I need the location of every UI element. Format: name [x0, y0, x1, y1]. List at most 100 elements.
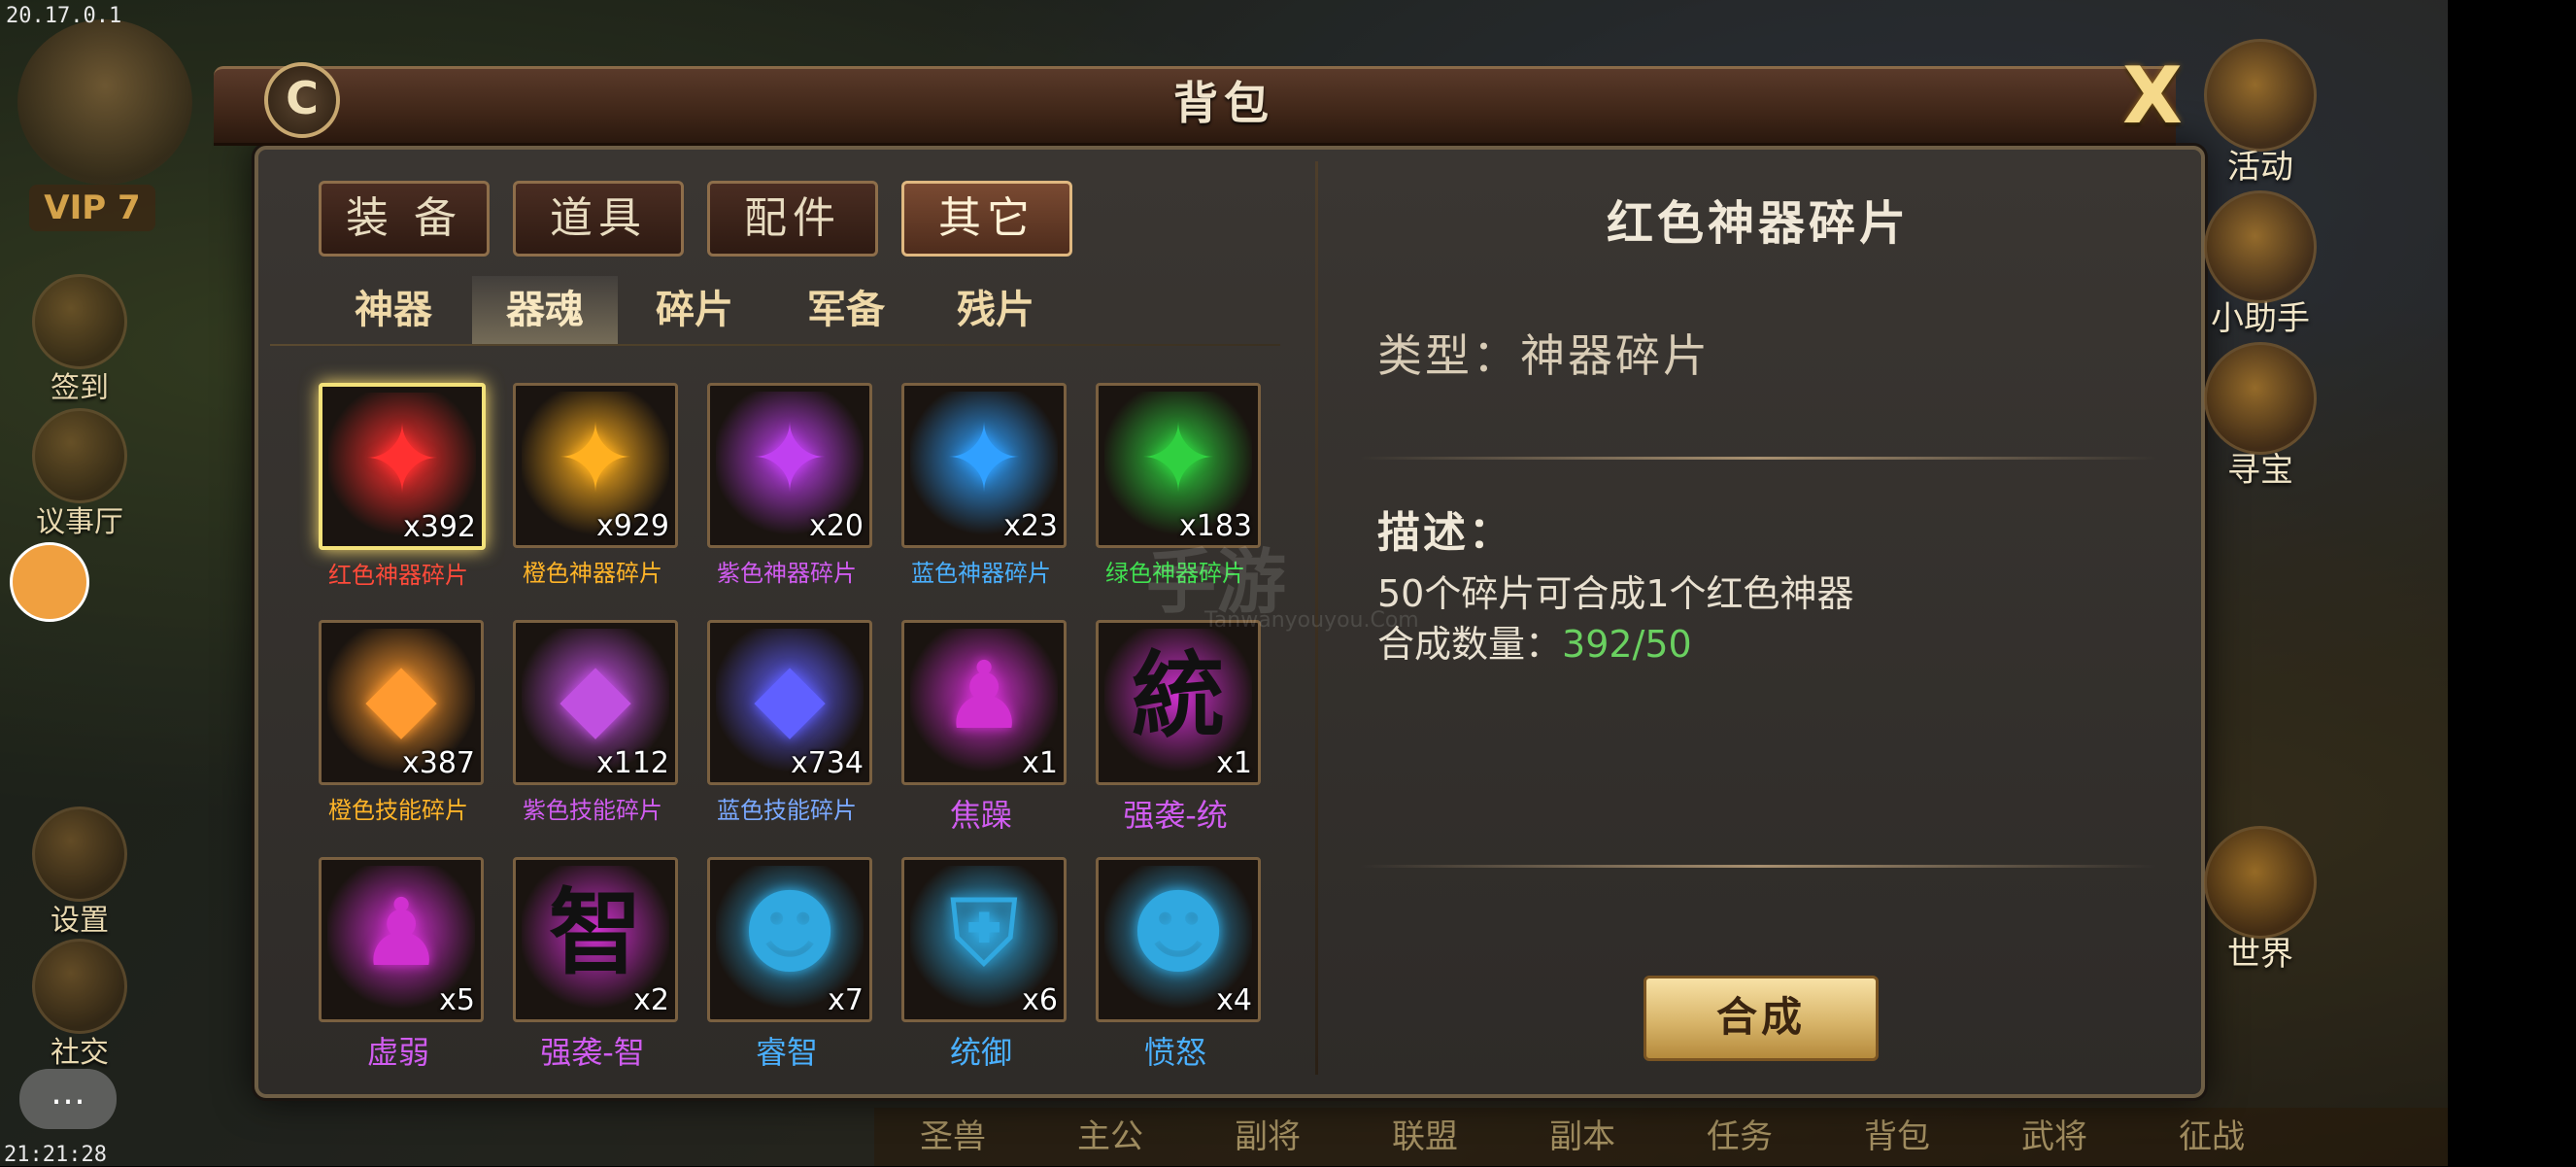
bottom-nav-item[interactable]: 征战 — [2133, 1108, 2290, 1166]
detail-title: 红色神器碎片 — [1606, 196, 1910, 251]
item-icon-box[interactable]: 統 x1 — [1096, 620, 1261, 785]
left-menu-gear[interactable]: 设置 — [29, 807, 130, 939]
category-tab[interactable]: 道具 — [513, 181, 684, 257]
bottom-nav-item[interactable]: 联盟 — [1346, 1108, 1504, 1166]
item-icon-box[interactable]: ◆ x112 — [513, 620, 678, 785]
inventory-slot[interactable]: ✦ x392 红色神器碎片 — [319, 383, 486, 590]
left-menu-checkin[interactable]: 签到 — [29, 274, 130, 406]
compose-count-value: 392/50 — [1562, 623, 1692, 666]
item-icon-box[interactable]: ☻ x7 — [707, 857, 872, 1022]
item-quantity: x387 — [401, 746, 475, 780]
bottom-nav-item[interactable]: 武将 — [1976, 1108, 2133, 1166]
pet-cat-icon[interactable] — [10, 542, 89, 622]
item-icon-box[interactable]: ☻ x4 — [1096, 857, 1261, 1022]
bottom-nav-item[interactable]: 副将 — [1189, 1108, 1346, 1166]
item-name: 橙色神器碎片 — [523, 560, 662, 587]
item-icon-box[interactable]: ✦ x23 — [901, 383, 1067, 548]
item-quantity: x392 — [402, 510, 476, 544]
subtab-underline — [270, 344, 1280, 346]
item-name: 蓝色神器碎片 — [911, 560, 1051, 587]
item-icon-box[interactable]: ⛨ x6 — [901, 857, 1067, 1022]
chat-bubble-icon[interactable]: … — [19, 1069, 117, 1129]
item-icon-box[interactable]: ◆ x387 — [319, 620, 484, 785]
player-avatar[interactable] — [17, 19, 192, 185]
scroll-icon — [2204, 190, 2317, 303]
item-icon-box[interactable]: ✦ x20 — [707, 383, 872, 548]
subtab[interactable]: 残片 — [923, 276, 1068, 344]
gear-icon — [32, 807, 127, 902]
item-name: 强袭-智 — [540, 1034, 645, 1071]
compose-button[interactable]: 合成 — [1644, 976, 1879, 1061]
item-name: 强袭-统 — [1123, 797, 1228, 834]
item-quantity: x1 — [1022, 746, 1058, 780]
item-icon-box[interactable]: 智 x2 — [513, 857, 678, 1022]
inventory-slot[interactable]: ◆ x734 蓝色技能碎片 — [707, 620, 872, 825]
item-quantity: x112 — [595, 746, 669, 780]
category-tab[interactable]: 其它 — [901, 181, 1072, 257]
item-quantity: x1 — [1216, 746, 1252, 780]
description-label: 描述： — [1377, 508, 1514, 558]
item-name: 愤怒 — [1143, 1034, 1206, 1071]
bottom-nav-item[interactable]: 主公 — [1032, 1108, 1189, 1166]
inventory-slot[interactable]: ☻ x7 睿智 — [707, 857, 872, 1073]
right-menu-gift-box[interactable]: 活动 — [2197, 39, 2323, 188]
item-quantity: x23 — [1003, 509, 1058, 543]
item-icon-box[interactable]: ♟ x5 — [319, 857, 484, 1022]
close-icon[interactable]: X — [2116, 57, 2189, 136]
category-tab[interactable]: 装 备 — [319, 181, 490, 257]
item-name: 统御 — [949, 1034, 1012, 1071]
item-quantity: x5 — [439, 983, 475, 1017]
right-menu-scroll[interactable]: 小助手 — [2197, 190, 2323, 339]
world-dragon-icon — [2204, 826, 2317, 939]
item-name: 紫色神器碎片 — [717, 560, 857, 587]
left-menu-social[interactable]: 社交 — [29, 939, 130, 1071]
item-quantity: x2 — [633, 983, 669, 1017]
detail-divider-2 — [1360, 865, 2156, 868]
item-icon-box[interactable]: ✦ x392 — [319, 383, 486, 550]
bottom-nav-item[interactable]: 圣兽 — [874, 1108, 1032, 1166]
item-name: 焦躁 — [949, 797, 1012, 834]
item-icon-box[interactable]: ✦ x183 — [1096, 383, 1261, 548]
compose-count-row: 合成数量：392/50 — [1377, 614, 1692, 668]
item-quantity: x7 — [828, 983, 864, 1017]
detail-type: 类型：神器碎片 — [1377, 329, 1711, 382]
item-quantity: x20 — [809, 509, 864, 543]
category-tab[interactable]: 配件 — [707, 181, 878, 257]
right-menu-treasure-chest[interactable]: 寻宝 — [2197, 342, 2323, 491]
item-name: 蓝色技能碎片 — [717, 797, 857, 824]
subtab[interactable]: 军备 — [773, 276, 919, 344]
inventory-slot[interactable]: ✦ x23 蓝色神器碎片 — [901, 383, 1067, 588]
inventory-slot[interactable]: ♟ x5 虚弱 — [319, 857, 484, 1073]
inventory-slot[interactable]: ⛨ x6 统御 — [901, 857, 1067, 1073]
refresh-icon[interactable]: C — [264, 62, 340, 138]
inventory-slot[interactable]: 智 x2 强袭-智 — [513, 857, 678, 1073]
item-quantity: x4 — [1216, 983, 1252, 1017]
subtab[interactable]: 神器 — [321, 276, 466, 344]
inventory-slot[interactable]: ☻ x4 愤怒 — [1096, 857, 1261, 1073]
inventory-slot[interactable]: ◆ x387 橙色技能碎片 — [319, 620, 484, 825]
inventory-slot[interactable]: 統 x1 强袭-统 — [1096, 620, 1261, 836]
item-icon-box[interactable]: ✦ x929 — [513, 383, 678, 548]
bottom-nav: 圣兽 主公 副将 联盟 副本 任务 背包 武将 征战 — [874, 1108, 2448, 1166]
vip-badge[interactable]: VIP 7 — [29, 185, 155, 231]
bottom-nav-item[interactable]: 任务 — [1661, 1108, 1818, 1166]
inventory-slot[interactable]: ♟ x1 焦躁 — [901, 620, 1067, 836]
left-menu-label: 社交 — [51, 1036, 109, 1070]
item-name: 红色神器碎片 — [328, 562, 468, 589]
item-icon-box[interactable]: ◆ x734 — [707, 620, 872, 785]
subtab[interactable]: 器魂 — [472, 276, 618, 344]
right-menu-world-dragon[interactable]: 世界 — [2197, 826, 2323, 975]
bottom-nav-item[interactable]: 副本 — [1504, 1108, 1661, 1166]
left-menu-label: 议事厅 — [36, 505, 123, 539]
item-name: 橙色技能碎片 — [328, 797, 468, 824]
inventory-slot[interactable]: ✦ x929 橙色神器碎片 — [513, 383, 678, 588]
subtab[interactable]: 碎片 — [622, 276, 767, 344]
inventory-slot[interactable]: ◆ x112 紫色技能碎片 — [513, 620, 678, 825]
left-menu-council-hall[interactable]: 议事厅 — [29, 408, 130, 540]
version-text: 20.17.0.1 — [6, 4, 122, 28]
inventory-slot[interactable]: ✦ x20 紫色神器碎片 — [707, 383, 872, 588]
item-icon-box[interactable]: ♟ x1 — [901, 620, 1067, 785]
bottom-nav-item[interactable]: 背包 — [1818, 1108, 1976, 1166]
left-menu-label: 设置 — [51, 904, 109, 938]
screen-edge-bar — [2448, 0, 2576, 1166]
